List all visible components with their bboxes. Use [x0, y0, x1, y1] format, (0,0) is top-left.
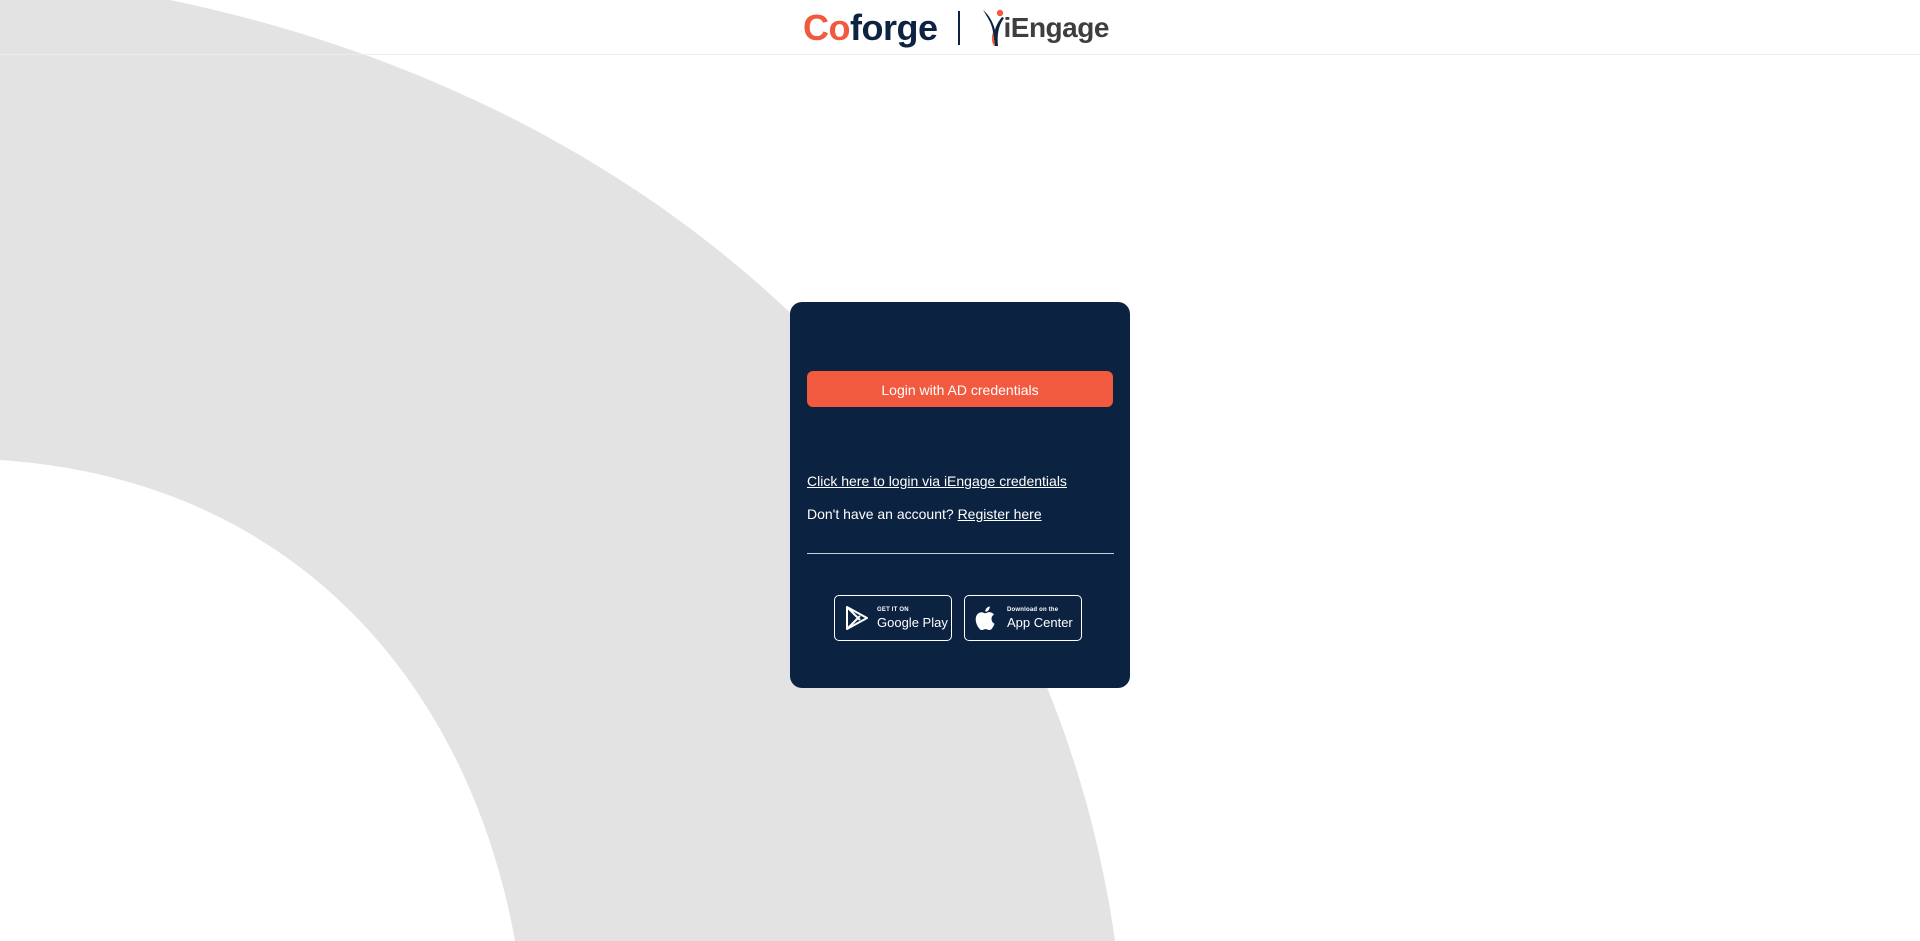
login-page: Coforge iEngage Login with AD credential…: [0, 0, 1920, 941]
google-play-small-text: GET IT ON: [877, 607, 909, 613]
google-play-badge[interactable]: GET IT ON Google Play: [834, 595, 952, 641]
coforge-logo: Coforge: [803, 10, 938, 46]
app-center-big-text: App Center: [1007, 615, 1073, 630]
app-center-small-text: Download on the: [1007, 607, 1059, 613]
app-center-text: Download on the App Center: [1007, 607, 1073, 629]
top-header: Coforge iEngage: [0, 0, 1920, 55]
card-divider: [807, 553, 1114, 554]
iengage-logo: iEngage: [980, 8, 1109, 48]
login-card: Login with AD credentials Click here to …: [790, 302, 1130, 688]
logo-divider: [957, 11, 960, 45]
coforge-logo-rest: forge: [850, 7, 938, 48]
coforge-logo-c: C: [803, 7, 829, 48]
register-prompt: Don't have an account? Register here: [807, 506, 1042, 522]
google-play-big-text: Google Play: [877, 615, 948, 630]
google-play-icon: [846, 606, 868, 630]
login-ad-button[interactable]: Login with AD credentials: [807, 371, 1113, 407]
brand-logos: Coforge iEngage: [803, 6, 1109, 50]
register-link[interactable]: Register here: [958, 506, 1042, 522]
store-badges: GET IT ON Google Play Download on the Ap…: [834, 595, 1082, 641]
register-prompt-text: Don't have an account?: [807, 506, 954, 522]
iengage-figure-icon: [982, 9, 1004, 46]
apple-icon: [975, 606, 995, 631]
google-play-text: GET IT ON Google Play: [877, 607, 948, 629]
app-center-badge[interactable]: Download on the App Center: [964, 595, 1082, 641]
iengage-login-link[interactable]: Click here to login via iEngage credenti…: [807, 473, 1067, 489]
iengage-logo-text: iEngage: [1003, 12, 1110, 43]
coforge-logo-o: o: [828, 7, 851, 48]
